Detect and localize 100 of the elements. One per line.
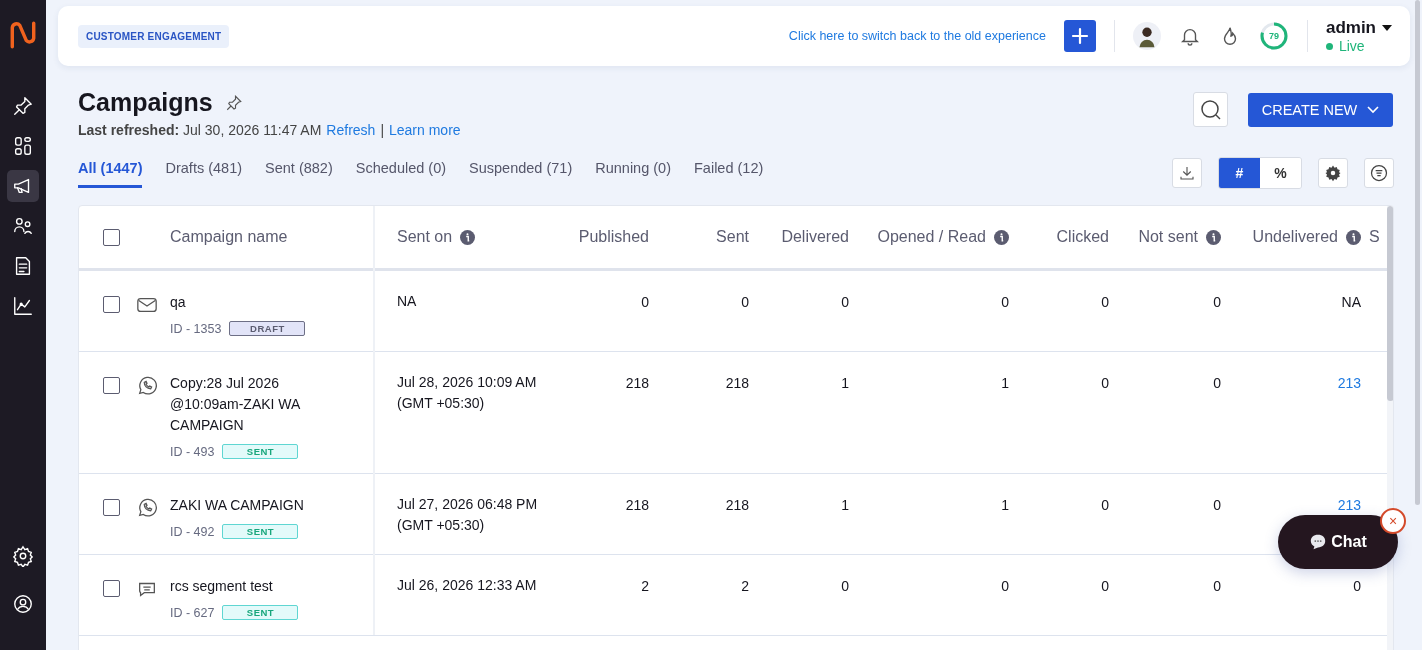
filter-button[interactable] — [1364, 158, 1394, 188]
download-button[interactable] — [1172, 158, 1202, 188]
status-badge: SENT — [222, 444, 299, 459]
campaign-name[interactable]: Copy:28 Jul 2026 @10:09am-ZAKI WA CAMPAIGN — [170, 373, 345, 436]
view-toggle-option[interactable]: % — [1260, 158, 1301, 188]
table-cell: 0 — [641, 294, 649, 310]
table-cell: 0 — [1213, 578, 1221, 594]
settings-button[interactable] — [1318, 158, 1348, 188]
close-button[interactable]: × — [1380, 508, 1406, 534]
table-cell: 0 — [1101, 375, 1109, 391]
campaign-id: ID - 492 — [170, 524, 215, 539]
table-cell: 1 — [841, 375, 849, 391]
column-header: Undelivered — [1252, 228, 1338, 246]
logo-icon — [9, 20, 37, 50]
campaign-name[interactable]: rcs segment test — [170, 576, 273, 597]
last-refreshed: Last refreshed: Jul 30, 2026 11:47 AM — [78, 122, 322, 138]
whatsapp-icon — [136, 497, 158, 519]
table-cell: 1 — [1001, 375, 1009, 391]
row-checkbox[interactable] — [103, 580, 120, 597]
chevron-down-icon — [1367, 105, 1380, 114]
learn-more-link[interactable]: Learn more — [389, 122, 461, 138]
row-checkbox[interactable] — [103, 377, 120, 394]
undelivered-link[interactable]: 213 — [1337, 375, 1361, 391]
table-cell: 218 — [625, 375, 649, 391]
view-toggle-option[interactable]: # — [1219, 158, 1260, 188]
tab[interactable]: Failed (12) — [694, 154, 764, 188]
column-header: S — [1369, 228, 1380, 246]
campaign-name[interactable]: qa — [170, 292, 186, 313]
timezone: (GMT +05:30) — [397, 516, 485, 535]
status-badge: SENT — [222, 524, 299, 539]
score-ring-icon — [1258, 21, 1289, 51]
select-all-checkbox[interactable] — [103, 228, 120, 246]
search-button[interactable] — [1193, 92, 1228, 127]
table-cell: NA — [1341, 294, 1361, 310]
score-value: 79 — [1268, 31, 1279, 41]
status-badge: SENT — [222, 605, 299, 620]
column-header: Sent on — [397, 228, 453, 246]
table-cell: 0 — [1001, 578, 1009, 594]
table-cell: 0 — [841, 294, 849, 310]
table-cell: 1 — [1001, 497, 1009, 513]
column-header: Clicked — [1056, 228, 1109, 246]
table-cell: 0 — [1101, 578, 1109, 594]
megaphone-icon[interactable] — [7, 170, 39, 202]
column-header: Published — [578, 228, 649, 246]
table-cell: 0 — [1101, 294, 1109, 310]
campaign-id: ID - 493 — [170, 444, 215, 459]
tab[interactable]: Sent (882) — [265, 154, 333, 188]
switch-experience-link[interactable]: Click here to switch back to the old experience — [788, 29, 1046, 43]
table-cell: 218 — [625, 497, 649, 513]
whatsapp-icon — [136, 375, 158, 397]
timezone: (GMT +05:30) — [397, 394, 485, 413]
table-cell: 0 — [1213, 497, 1221, 513]
undelivered-link[interactable]: 213 — [1337, 497, 1361, 513]
filter-icon — [1369, 163, 1389, 183]
caret-icon — [1382, 25, 1392, 31]
avatar-icon[interactable] — [1132, 22, 1161, 50]
tab[interactable]: Suspended (71) — [469, 154, 573, 188]
refresh-link[interactable]: Refresh — [326, 122, 376, 138]
table-cell: 0 — [741, 294, 749, 310]
table-cell: 218 — [725, 375, 749, 391]
column-header: Campaign name — [170, 228, 288, 246]
live-status: Live — [1325, 38, 1392, 54]
table-cell: 0 — [841, 578, 849, 594]
sent-on-date: Jul 28, 2026 10:09 AM — [397, 373, 537, 392]
module-label: CUSTOMER ENGAGEMENT — [78, 24, 230, 48]
speech-bubble-icon — [1309, 533, 1328, 551]
table-cell: 218 — [725, 497, 749, 513]
info-icon — [1346, 229, 1361, 245]
pin-icon[interactable] — [224, 93, 243, 112]
create-new-button[interactable]: CREATE NEW — [1248, 92, 1393, 127]
row-checkbox[interactable] — [103, 296, 120, 313]
plus-icon — [1069, 26, 1090, 46]
tab[interactable]: Running (0) — [595, 154, 671, 188]
table-cell: 0 — [1001, 294, 1009, 310]
tab[interactable]: Scheduled (0) — [355, 154, 447, 188]
tab[interactable]: All (1447) — [78, 154, 143, 188]
table-cell: 0 — [1213, 375, 1221, 391]
column-header: Opened / Read — [877, 228, 986, 246]
campaign-name[interactable]: ZAKI WA CAMPAIGN — [170, 495, 304, 516]
sent-on-date: Jul 26, 2026 12:33 AM — [397, 576, 537, 595]
download-icon — [1178, 164, 1196, 182]
page-title: Campaigns — [78, 88, 213, 117]
table-cell: 0 — [1101, 497, 1109, 513]
column-header: Not sent — [1138, 228, 1198, 246]
link-separator: | — [380, 122, 384, 138]
tab[interactable]: Drafts (481) — [165, 154, 243, 188]
column-header: Delivered — [781, 228, 849, 246]
page-scrollbar[interactable] — [1415, 0, 1420, 505]
settings-icon — [1324, 164, 1342, 182]
info-icon — [460, 229, 476, 245]
sent-on-date: Jul 27, 2026 06:48 PM — [397, 495, 538, 514]
status-badge: DRAFT — [229, 321, 306, 336]
row-checkbox[interactable] — [103, 499, 120, 516]
table-cell: 2 — [741, 578, 749, 594]
user-menu[interactable]: admin — [1325, 18, 1392, 38]
table-cell: 0 — [1213, 294, 1221, 310]
column-header: Sent — [716, 228, 749, 246]
info-icon — [1206, 229, 1221, 245]
add-button[interactable] — [1063, 20, 1096, 52]
search-icon — [1198, 97, 1223, 122]
